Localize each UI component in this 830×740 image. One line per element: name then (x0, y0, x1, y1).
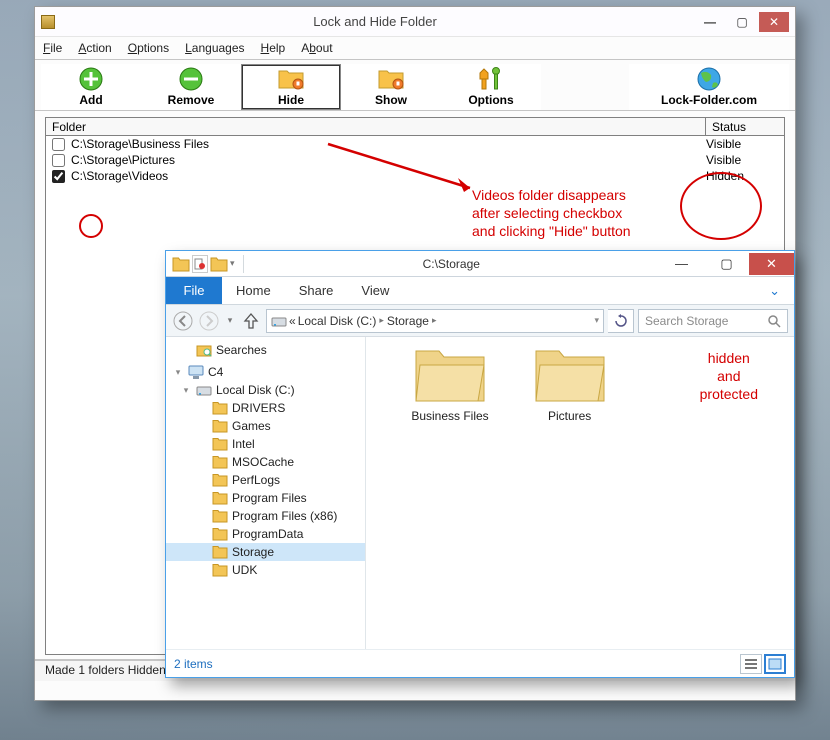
folder-item-business-files[interactable]: Business Files (392, 347, 508, 423)
view-details-button[interactable] (740, 654, 762, 674)
crumb-previous[interactable]: « (289, 314, 296, 328)
tools-icon (479, 67, 503, 91)
folder-icon (412, 347, 488, 405)
menubar: File Action Options Languages Help About (35, 37, 795, 59)
address-history-button[interactable]: ▾ (594, 315, 599, 326)
item-pane[interactable]: Business Files Pictures hidden and prote… (366, 337, 794, 649)
show-button[interactable]: Show (341, 64, 441, 110)
refresh-button[interactable] (608, 309, 634, 333)
row-checkbox[interactable] (52, 170, 65, 183)
nav-item-local-disk[interactable]: ▾ Local Disk (C:) (166, 381, 365, 399)
window-title: Lock and Hide Folder (313, 14, 437, 29)
nav-item-games[interactable]: ▸ Games (166, 417, 365, 435)
nav-item-drivers[interactable]: ▸ DRIVERS (166, 399, 365, 417)
search-placeholder: Search Storage (645, 314, 767, 328)
item-count: 2 items (174, 657, 213, 671)
toolbar: Add Remove Hide Show (35, 59, 795, 111)
explorer-title: C:\Storage (423, 257, 480, 271)
nav-item-msocache[interactable]: ▸ MSOCache (166, 453, 365, 471)
ribbon-view-tab[interactable]: View (347, 277, 403, 304)
row-status: Visible (706, 137, 778, 151)
explorer-status-bar: 2 items (166, 649, 794, 677)
menu-languages[interactable]: Languages (185, 41, 244, 55)
menu-about[interactable]: About (301, 41, 332, 55)
lock-folder-link[interactable]: Lock-Folder.com (629, 64, 789, 110)
hide-button[interactable]: Hide (241, 64, 341, 110)
options-button[interactable]: Options (441, 64, 541, 110)
address-bar[interactable]: « Local Disk (C:)▸ Storage▸ ▾ (266, 309, 604, 333)
nav-item-program-data[interactable]: ▸ ProgramData (166, 525, 365, 543)
menu-options[interactable]: Options (128, 41, 169, 55)
remove-icon (179, 67, 203, 91)
folder-item-pictures[interactable]: Pictures (512, 347, 628, 423)
globe-icon (697, 67, 721, 91)
row-checkbox[interactable] (52, 138, 65, 151)
search-box[interactable]: Search Storage (638, 309, 788, 333)
hide-icon (277, 67, 305, 91)
ribbon: File Home Share View ⌄ (166, 277, 794, 305)
add-button[interactable]: Add (41, 64, 141, 110)
nav-item-perflogs[interactable]: ▸ PerfLogs (166, 471, 365, 489)
table-row[interactable]: C:\Storage\Business Files Visible (46, 136, 784, 152)
view-icons-button[interactable] (764, 654, 786, 674)
nav-item-intel[interactable]: ▸ Intel (166, 435, 365, 453)
recent-locations-button[interactable]: ▾ (224, 310, 236, 332)
explorer-window: ▾ C:\Storage — ▢ ✕ File Home Share View … (165, 250, 795, 678)
chevron-down-icon[interactable]: ▾ (230, 258, 235, 269)
column-status[interactable]: Status (706, 120, 784, 134)
search-icon (767, 314, 781, 328)
folder-small-icon[interactable] (210, 256, 228, 272)
ribbon-expand-button[interactable]: ⌄ (755, 277, 794, 304)
main-titlebar[interactable]: Lock and Hide Folder — ▢ ✕ (35, 7, 795, 37)
nav-item-program-files-x86[interactable]: ▸ Program Files (x86) (166, 507, 365, 525)
maximize-button[interactable]: ▢ (727, 12, 757, 32)
nav-item-computer[interactable]: ▾ C4 (166, 363, 365, 381)
grid-header: Folder Status (46, 118, 784, 136)
up-button[interactable] (240, 310, 262, 332)
ribbon-home-tab[interactable]: Home (222, 277, 285, 304)
address-toolbar: ▾ « Local Disk (C:)▸ Storage▸ ▾ Search S… (166, 305, 794, 337)
row-path: C:\Storage\Pictures (71, 153, 706, 167)
row-path: C:\Storage\Videos (71, 169, 706, 183)
menu-action[interactable]: Action (78, 41, 111, 55)
minimize-button[interactable]: — (695, 12, 725, 32)
explorer-close-button[interactable]: ✕ (749, 253, 794, 275)
app-icon (41, 15, 55, 29)
back-button[interactable] (172, 310, 194, 332)
row-status: Hidden (706, 169, 778, 183)
column-folder[interactable]: Folder (46, 120, 705, 134)
explorer-maximize-button[interactable]: ▢ (704, 253, 749, 275)
nav-item-program-files[interactable]: ▸ Program Files (166, 489, 365, 507)
row-status: Visible (706, 153, 778, 167)
remove-button[interactable]: Remove (141, 64, 241, 110)
ribbon-share-tab[interactable]: Share (285, 277, 348, 304)
annotation-hidden-text: hidden and protected (700, 349, 758, 403)
explorer-titlebar[interactable]: ▾ C:\Storage — ▢ ✕ (166, 251, 794, 277)
folder-icon (532, 347, 608, 405)
crumb-storage[interactable]: Storage▸ (387, 314, 438, 328)
crumb-local-disk[interactable]: Local Disk (C:)▸ (298, 314, 385, 328)
row-path: C:\Storage\Business Files (71, 137, 706, 151)
navigation-pane[interactable]: ▸ Searches ▾ C4 ▾ Local Disk (C:) ▸ (166, 337, 366, 649)
close-button[interactable]: ✕ (759, 12, 789, 32)
nav-item-storage[interactable]: ▸ Storage (166, 543, 365, 561)
nav-item-searches[interactable]: ▸ Searches (166, 341, 365, 359)
table-row[interactable]: C:\Storage\Videos Hidden (46, 168, 784, 184)
ribbon-file-tab[interactable]: File (166, 277, 222, 304)
menu-help[interactable]: Help (261, 41, 286, 55)
add-icon (79, 67, 103, 91)
show-icon (377, 67, 405, 91)
menu-file[interactable]: File (43, 41, 62, 55)
explorer-minimize-button[interactable]: — (659, 253, 704, 275)
row-checkbox[interactable] (52, 154, 65, 167)
properties-icon (194, 258, 206, 270)
drive-icon (271, 314, 287, 328)
forward-button[interactable] (198, 310, 220, 332)
folder-icon (172, 256, 190, 272)
table-row[interactable]: C:\Storage\Pictures Visible (46, 152, 784, 168)
quick-access-toolbar-item[interactable] (192, 255, 208, 273)
nav-item-udk[interactable]: ▸ UDK (166, 561, 365, 579)
